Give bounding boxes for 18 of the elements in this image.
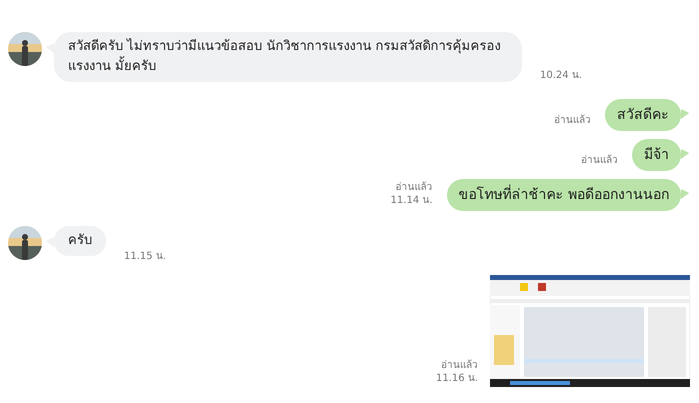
message-time: 11.15 น. [124, 250, 166, 263]
message-bubble: ขอโทษที่ล่าช้าคะ พอดีออกงานนอก [446, 179, 681, 211]
read-status: อ่านแล้ว [441, 359, 478, 372]
read-status: อ่านแล้ว [581, 154, 618, 167]
message-bubble: สวัสดีครับ ไม่ทราบว่ามีแนวข้อสอบ นักวิชาการแรงงาน กรมสวัสดิการคุ้มครองแรงงาน มั้ยครับ [54, 32, 522, 82]
message-time: 11.14 น. [390, 194, 433, 207]
bubble-tail [681, 149, 689, 159]
bubble-tail [681, 189, 689, 199]
avatar[interactable] [8, 226, 42, 260]
avatar[interactable] [8, 32, 42, 66]
read-status: อ่านแล้ว [554, 114, 591, 127]
message-time: 11.16 น. [436, 372, 478, 385]
message-bubble: ครับ [54, 226, 106, 256]
message-bubble: มีจ้า [632, 139, 681, 171]
message-bubble: สวัสดีคะ [605, 99, 681, 131]
read-status: อ่านแล้ว [396, 181, 433, 194]
bubble-tail [681, 109, 689, 119]
message-time: 10.24 น. [540, 69, 582, 82]
